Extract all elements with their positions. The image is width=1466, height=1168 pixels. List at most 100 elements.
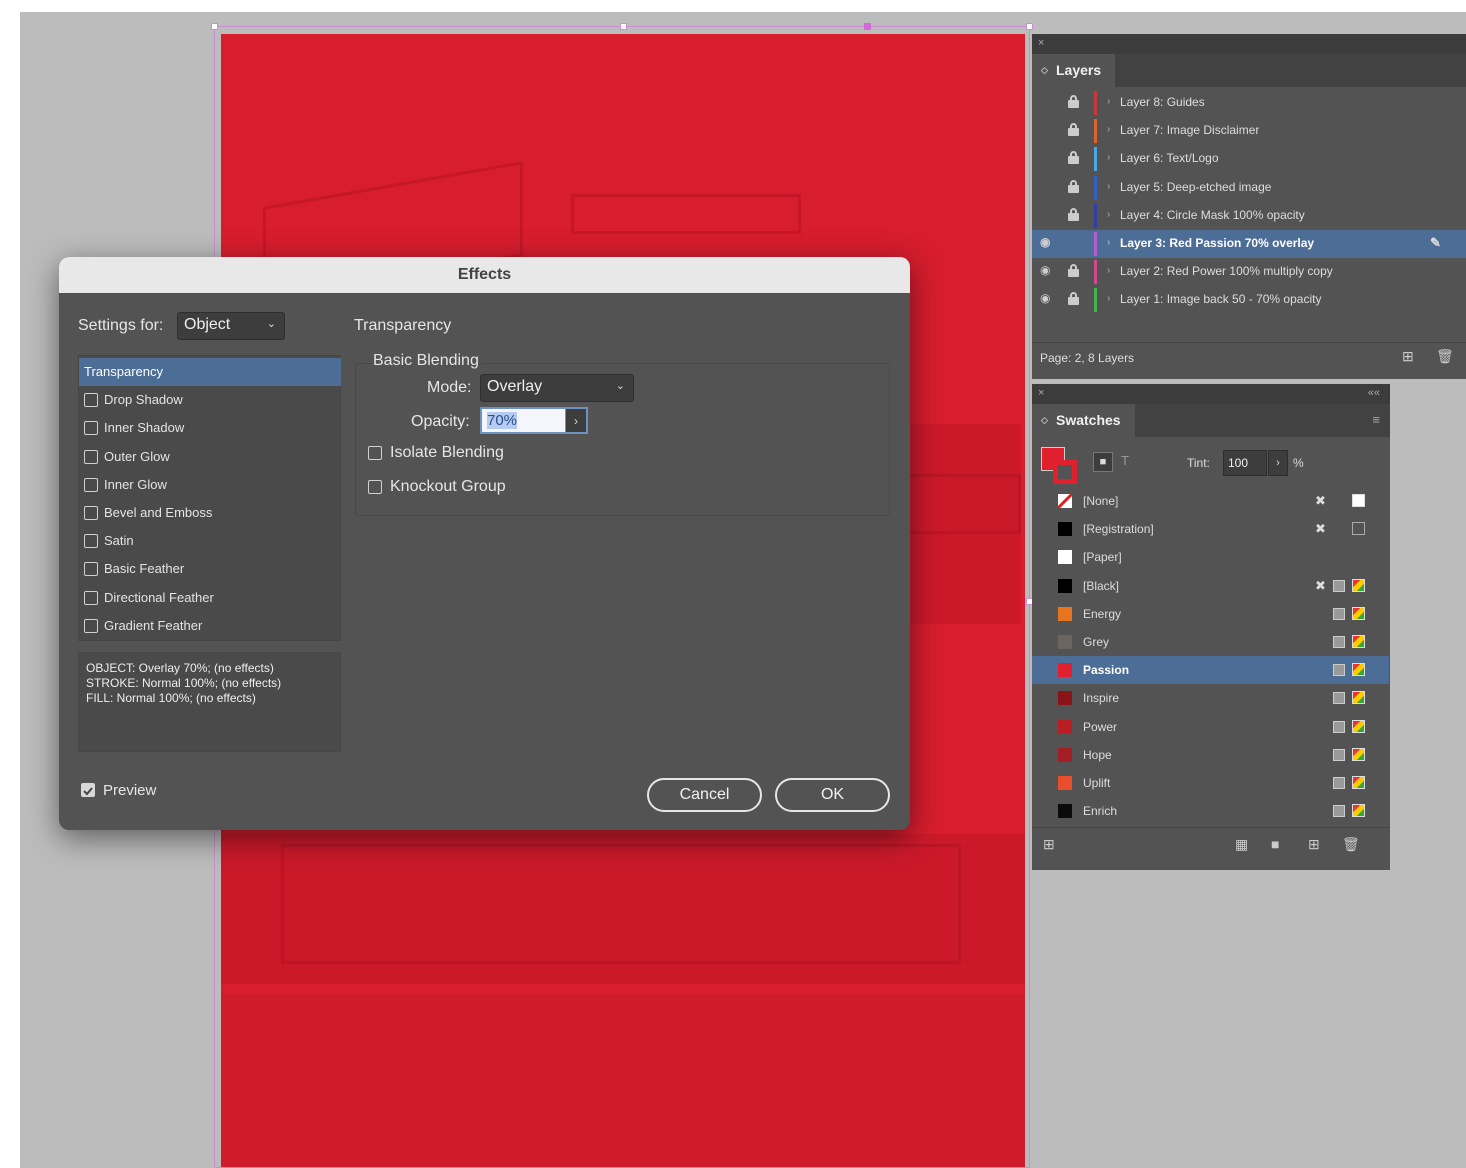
trash-icon[interactable]: 🗑 (1342, 836, 1360, 853)
effect-item[interactable]: Directional Feather (79, 584, 341, 612)
show-options-icon[interactable]: ⊞ (1043, 836, 1055, 853)
lock-body (1068, 269, 1079, 278)
layer-row[interactable]: › Layer 4: Circle Mask 100% opacity (1032, 202, 1466, 230)
lock-icon[interactable] (1068, 151, 1079, 165)
cancel-button[interactable]: Cancel (647, 778, 762, 812)
new-swatch-icon[interactable]: ⊞ (1308, 836, 1320, 853)
opacity-slider-toggle[interactable]: › (565, 408, 587, 433)
effect-checkbox[interactable] (84, 449, 98, 464)
lock-icon[interactable] (1068, 123, 1079, 137)
swatch-row[interactable]: [Paper] (1032, 543, 1389, 571)
swatch-row[interactable]: Power (1032, 713, 1389, 741)
effect-checkbox[interactable] (84, 506, 98, 520)
chevron-right-icon[interactable]: › (1107, 181, 1110, 192)
effect-checkbox[interactable] (84, 590, 98, 605)
swatch-row[interactable]: [Registration] ✖ (1032, 515, 1389, 543)
knockout-group-checkbox[interactable] (368, 480, 382, 494)
lock-icon[interactable] (1068, 264, 1079, 278)
divider (1032, 827, 1390, 828)
layer-row[interactable]: ◉ › Layer 3: Red Passion 70% overlay ✎ (1032, 230, 1466, 258)
effect-item[interactable]: Outer Glow (79, 443, 341, 471)
stroke-swatch[interactable] (1053, 460, 1077, 484)
swatch-name: Power (1083, 719, 1118, 734)
close-icon[interactable]: × (1038, 37, 1044, 49)
tint-input[interactable]: 100 (1223, 450, 1267, 476)
tab-swatches[interactable]: ◇ Swatches (1032, 404, 1135, 437)
layer-color-swatch (1094, 260, 1097, 285)
effect-item[interactable]: Satin (79, 527, 341, 555)
layer-row[interactable]: › Layer 6: Text/Logo (1032, 145, 1466, 173)
effect-label: Directional Feather (104, 589, 214, 605)
tab-layers[interactable]: ◇ Layers (1032, 54, 1116, 87)
lock-icon[interactable] (1068, 207, 1079, 221)
effect-item[interactable]: Basic Feather (79, 555, 341, 583)
lock-body (1068, 297, 1079, 306)
swatch-row[interactable]: [None] ✖ (1032, 487, 1389, 515)
chevron-right-icon[interactable]: › (1107, 209, 1110, 220)
swatch-row[interactable]: Grey (1032, 628, 1389, 656)
layer-row[interactable]: ◉ › Layer 2: Red Power 100% multiply copy (1032, 258, 1466, 286)
cmyk-mode-icon (1352, 606, 1365, 620)
swatch-row[interactable]: Energy (1032, 600, 1389, 628)
chevron-right-icon[interactable]: › (1107, 265, 1110, 276)
eye-icon[interactable]: ◉ (1040, 263, 1050, 277)
effect-checkbox[interactable] (84, 618, 98, 633)
collapse-icon[interactable]: «« (1368, 384, 1380, 402)
selection-handle[interactable] (864, 23, 871, 30)
chevron-right-icon[interactable]: › (1107, 152, 1110, 163)
layer-row[interactable]: › Layer 7: Image Disclaimer (1032, 117, 1466, 145)
eye-icon[interactable]: ◉ (1040, 291, 1050, 305)
swatch-row[interactable]: Uplift (1032, 769, 1389, 797)
summary-line: OBJECT: Overlay 70%; (no effects) (86, 661, 274, 675)
ok-button[interactable]: OK (775, 778, 890, 812)
chevron-right-icon[interactable]: › (1107, 237, 1110, 248)
swatch-row[interactable]: Enrich (1032, 797, 1389, 825)
effect-item[interactable]: Bevel and Emboss (79, 499, 341, 527)
layer-name: Layer 5: Deep-etched image (1120, 179, 1272, 194)
selection-handle[interactable] (1026, 23, 1033, 30)
effect-checkbox[interactable] (84, 393, 98, 408)
swatch-row[interactable]: Inspire (1032, 684, 1389, 712)
chevron-right-icon[interactable]: › (1107, 124, 1110, 135)
effect-item[interactable]: Transparency (79, 358, 341, 386)
swatch-chip (1058, 776, 1072, 790)
layer-row[interactable]: ◉ › Layer 1: Image back 50 - 70% opacity (1032, 286, 1466, 314)
effect-checkbox[interactable] (84, 421, 98, 436)
effect-item[interactable]: Gradient Feather (79, 612, 341, 640)
effect-item[interactable]: Inner Shadow (79, 414, 341, 442)
selection-handle[interactable] (211, 23, 218, 30)
swatch-row[interactable]: Hope (1032, 741, 1389, 769)
container-format-icon[interactable]: ■ (1093, 452, 1113, 472)
chevron-right-icon[interactable]: › (1107, 293, 1110, 304)
effect-checkbox[interactable] (84, 477, 98, 492)
swatch-view-icon[interactable]: ▦ (1235, 836, 1248, 853)
effect-label: Bevel and Emboss (104, 505, 213, 520)
folder-icon[interactable]: ■ (1271, 836, 1279, 852)
layer-row[interactable]: › Layer 5: Deep-etched image (1032, 174, 1466, 202)
chevron-right-icon[interactable]: › (1107, 96, 1110, 107)
effect-checkbox[interactable] (84, 534, 98, 549)
effect-item[interactable]: Drop Shadow (79, 386, 341, 414)
isolate-blending-checkbox[interactable] (368, 446, 382, 460)
effect-checkbox[interactable] (84, 562, 98, 577)
selection-handle[interactable] (620, 23, 627, 30)
trash-icon[interactable]: 🗑 (1436, 348, 1454, 365)
preview-checkbox[interactable] (81, 783, 95, 797)
close-icon[interactable]: × (1038, 387, 1044, 399)
lock-icon[interactable] (1068, 179, 1079, 193)
lock-icon[interactable] (1068, 292, 1079, 306)
tint-slider-toggle[interactable]: › (1268, 450, 1288, 476)
effect-item[interactable]: Inner Glow (79, 471, 341, 499)
swatch-row[interactable]: Passion (1032, 656, 1389, 685)
text-format-icon[interactable]: T (1121, 453, 1129, 468)
panel-menu-icon[interactable]: ≡ (1372, 412, 1380, 427)
settings-for-select[interactable]: Object ⌄ (177, 312, 285, 340)
mode-select[interactable]: Overlay ⌄ (480, 374, 634, 402)
layer-row[interactable]: › Layer 8: Guides (1032, 89, 1466, 117)
eye-icon[interactable]: ◉ (1040, 235, 1050, 249)
new-layer-icon[interactable]: ⊞ (1402, 348, 1414, 365)
layer-name: Layer 7: Image Disclaimer (1120, 123, 1260, 138)
swatch-row[interactable]: [Black] ✖ (1032, 572, 1389, 600)
settings-for-label: Settings for: (78, 317, 164, 334)
lock-icon[interactable] (1068, 95, 1079, 108)
